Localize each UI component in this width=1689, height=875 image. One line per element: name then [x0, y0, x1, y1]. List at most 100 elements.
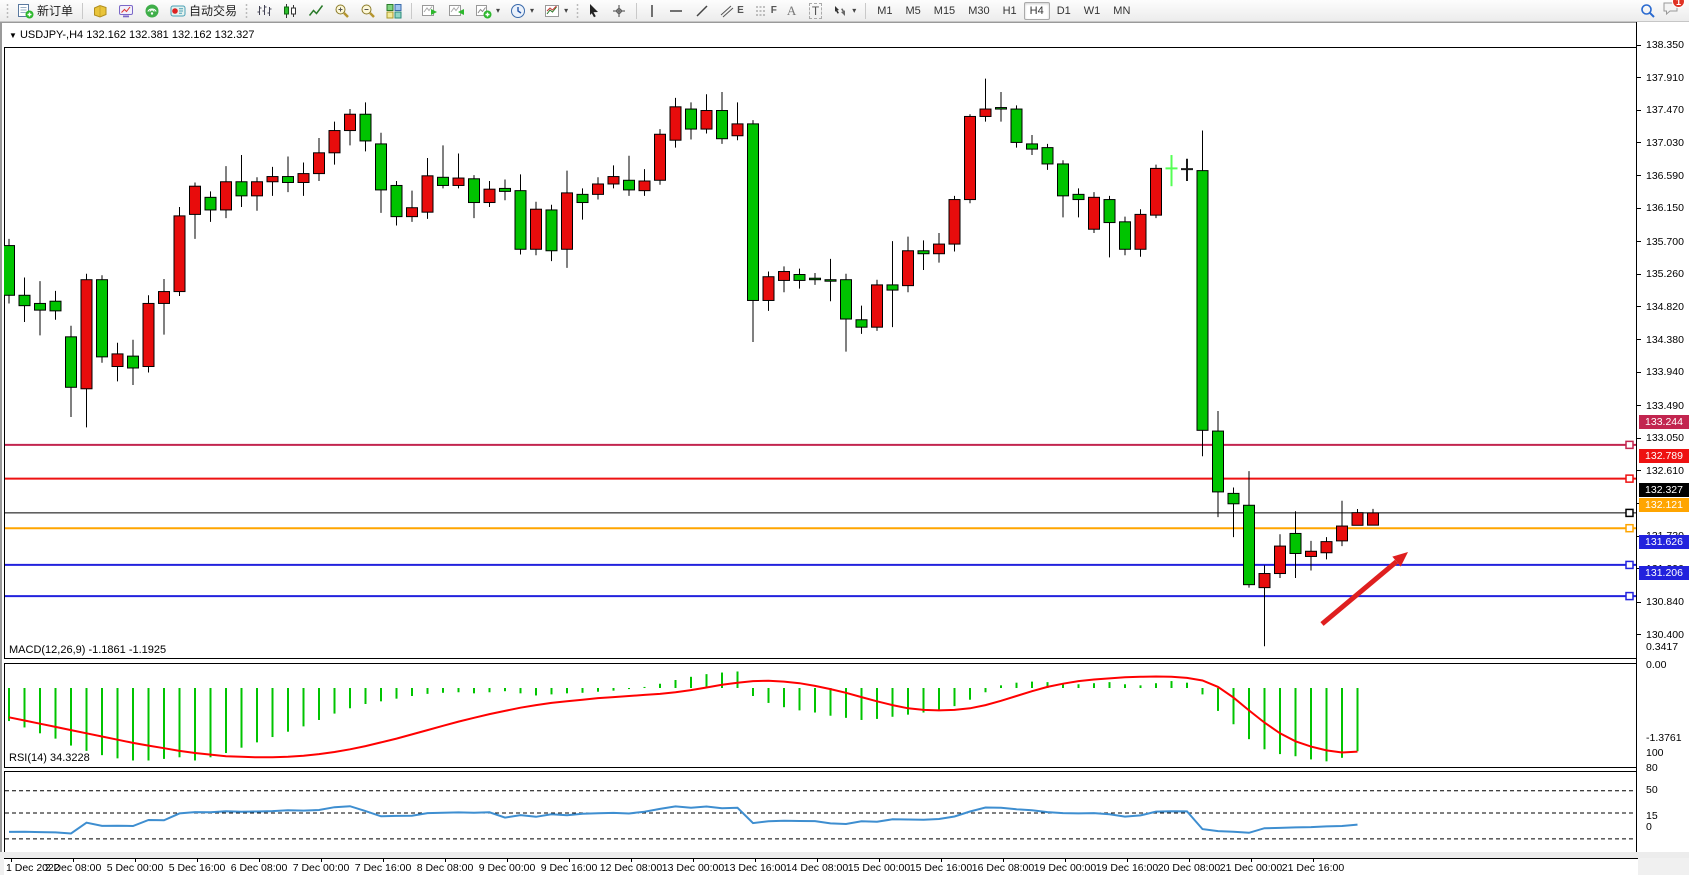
- line-chart-button[interactable]: [304, 1, 328, 21]
- price-tick: [1637, 77, 1641, 78]
- candlestick-chart-button[interactable]: [278, 1, 302, 21]
- new-chart-button[interactable]: ▾: [471, 1, 504, 21]
- vertical-line-button[interactable]: [642, 1, 662, 21]
- chart-shift-button[interactable]: [444, 1, 469, 21]
- depth-of-market-button[interactable]: [88, 1, 112, 21]
- equidistant-channel-button[interactable]: E: [716, 1, 748, 21]
- new-order-button[interactable]: 新订单: [13, 1, 77, 21]
- templates-button[interactable]: ▾: [540, 1, 572, 21]
- bar-chart-button[interactable]: [252, 1, 276, 21]
- zoom-in-icon: [334, 3, 350, 19]
- price-tick-label: 134.380: [1646, 334, 1684, 346]
- time-axis-label: 14 Dec 08:00: [786, 862, 848, 874]
- timeframe-m1[interactable]: M1: [871, 2, 898, 20]
- timeframe-m30[interactable]: M30: [962, 2, 995, 20]
- text-button[interactable]: A: [783, 1, 803, 21]
- price-tick-label: 138.350: [1646, 39, 1684, 51]
- timeframe-m15[interactable]: M15: [928, 2, 961, 20]
- signals-button[interactable]: [140, 1, 164, 21]
- price-tick: [1637, 602, 1641, 603]
- price-tag-132.121[interactable]: 132.121: [1639, 498, 1689, 512]
- equidistant-channel-icon: [720, 4, 734, 18]
- channel-letter: E: [737, 5, 744, 16]
- price-tag-132.789[interactable]: 132.789: [1639, 449, 1689, 463]
- horizontal-line-button[interactable]: [664, 1, 688, 21]
- rsi-axis-label: 80: [1646, 762, 1658, 774]
- timeframe-m5[interactable]: M5: [900, 2, 927, 20]
- main-price-pane[interactable]: [4, 47, 1638, 659]
- templates-icon: [544, 3, 560, 19]
- price-tag-131.206[interactable]: 131.206: [1639, 566, 1689, 580]
- zoom-in-button[interactable]: [330, 1, 354, 21]
- price-tick: [1637, 175, 1641, 176]
- price-tick-label: 133.050: [1646, 432, 1684, 444]
- fibonacci-button[interactable]: F: [750, 1, 781, 21]
- chevron-down-icon: ▾: [530, 6, 534, 15]
- chart-menu-caret-icon[interactable]: ▼: [9, 31, 17, 40]
- price-tag-132.327[interactable]: 132.327: [1639, 483, 1689, 497]
- price-tick: [1637, 470, 1641, 471]
- line-chart-icon: [308, 3, 324, 19]
- toolbar-grip[interactable]: [576, 3, 579, 19]
- price-tick-label: 135.700: [1646, 236, 1684, 248]
- price-tag-131.626[interactable]: 131.626: [1639, 535, 1689, 549]
- vertical-line-icon: [646, 3, 658, 19]
- chevron-down-icon: ▾: [564, 6, 568, 15]
- time-axis-label: 7 Dec 16:00: [355, 862, 412, 874]
- time-axis-label: 15 Dec 00:00: [848, 862, 910, 874]
- terminal-button[interactable]: [114, 1, 138, 21]
- periods-button[interactable]: ▾: [506, 1, 538, 21]
- price-tick-label: 133.490: [1646, 400, 1684, 412]
- fibo-letter: F: [771, 5, 777, 16]
- timeframe-d1[interactable]: D1: [1051, 2, 1077, 20]
- rsi-axis-label: 50: [1646, 784, 1658, 796]
- price-tick: [1637, 45, 1641, 46]
- new-chart-icon: [475, 3, 492, 19]
- time-axis-label: 13 Dec 16:00: [724, 862, 786, 874]
- zoom-out-icon: [360, 3, 376, 19]
- time-axis-label: 20 Dec 08:00: [1158, 862, 1220, 874]
- new-order-label: 新订单: [37, 2, 73, 19]
- price-tick: [1637, 241, 1641, 242]
- cursor-button[interactable]: [583, 1, 605, 21]
- chart-title-ohlc: 132.162 132.381 132.162 132.327: [86, 29, 254, 41]
- zoom-out-button[interactable]: [356, 1, 380, 21]
- chart-title-symbol: USDJPY-,H4: [20, 29, 83, 41]
- toolbar-grip[interactable]: [245, 3, 248, 19]
- text-label-button[interactable]: T: [805, 1, 826, 21]
- rsi-indicator-label: RSI(14) 34.3228: [9, 752, 90, 764]
- price-tag-133.244[interactable]: 133.244: [1639, 415, 1689, 429]
- notifications-button[interactable]: 1: [1662, 0, 1679, 21]
- trendline-button[interactable]: [690, 1, 714, 21]
- toolbar-grip[interactable]: [6, 3, 9, 19]
- chart-shift-icon: [448, 3, 465, 19]
- rsi-pane[interactable]: [4, 771, 1638, 859]
- new-order-icon: [17, 3, 34, 19]
- auto-scroll-button[interactable]: [417, 1, 442, 21]
- search-icon[interactable]: [1640, 3, 1656, 19]
- timeframe-mn[interactable]: MN: [1107, 2, 1136, 20]
- terminal-icon: [118, 3, 134, 19]
- timeframe-h1[interactable]: H1: [997, 2, 1023, 20]
- price-tick-label: 134.820: [1646, 301, 1684, 313]
- crosshair-button[interactable]: [607, 1, 631, 21]
- rsi-axis-label: 0: [1646, 821, 1652, 833]
- horizontal-line-icon: [668, 4, 684, 18]
- timeframe-h4[interactable]: H4: [1024, 2, 1050, 20]
- trendline-icon: [694, 3, 710, 19]
- auto-trading-button[interactable]: 自动交易: [166, 1, 241, 21]
- arrow-objects-icon: [832, 3, 848, 19]
- time-axis-label: 2 Dec 08:00: [45, 862, 102, 874]
- timeframe-w1[interactable]: W1: [1078, 2, 1107, 20]
- time-axis[interactable]: 1 Dec 20222 Dec 08:005 Dec 00:005 Dec 16…: [4, 859, 1638, 875]
- arrow-objects-button[interactable]: ▾: [828, 1, 860, 21]
- macd-pane[interactable]: [4, 663, 1638, 768]
- price-axis[interactable]: 138.350137.910137.470137.030136.590136.1…: [1636, 22, 1689, 852]
- tile-windows-button[interactable]: [382, 1, 406, 21]
- price-tick: [1637, 110, 1641, 111]
- price-tick: [1637, 142, 1641, 143]
- price-tick-label: 136.590: [1646, 170, 1684, 182]
- chevron-down-icon: ▾: [852, 6, 856, 15]
- separator: [636, 3, 637, 19]
- time-axis-label: 5 Dec 16:00: [169, 862, 226, 874]
